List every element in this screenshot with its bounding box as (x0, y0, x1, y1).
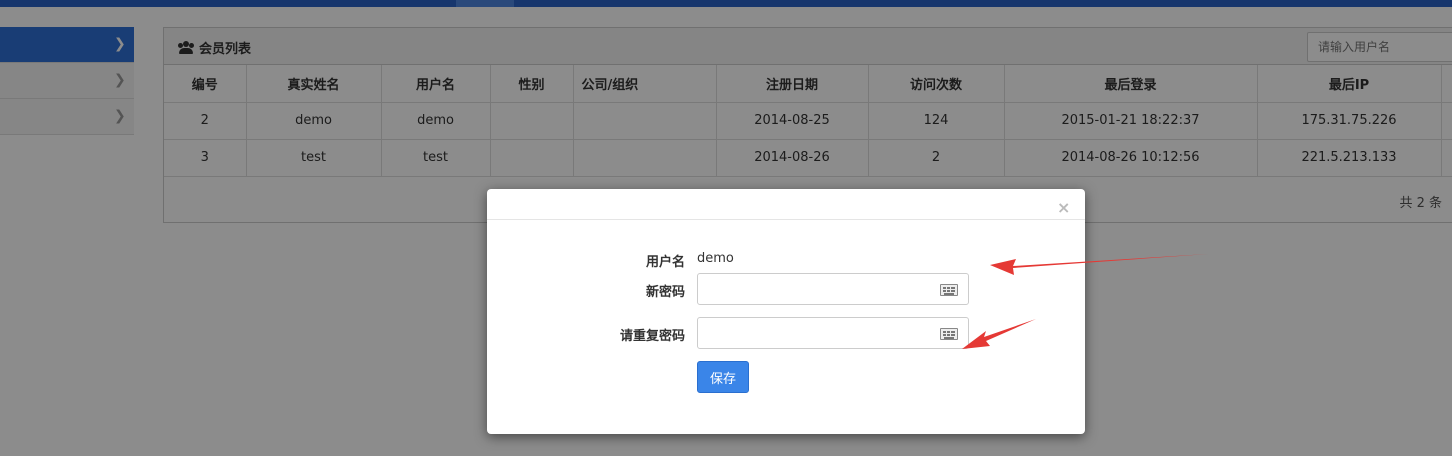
change-password-dialog: × 用户名 demo 新密码 请重复密码 保存 (487, 189, 1085, 434)
repeat-password-field[interactable] (697, 317, 969, 349)
new-password-row: 新密码 (487, 273, 1085, 305)
repeat-password-label: 请重复密码 (619, 329, 685, 344)
keyboard-icon[interactable] (940, 328, 958, 340)
new-password-field[interactable] (697, 273, 969, 305)
username-label: 用户名 (645, 255, 685, 270)
keyboard-icon[interactable] (940, 284, 958, 296)
save-button[interactable]: 保存 (697, 361, 749, 393)
close-icon[interactable]: × (1057, 200, 1070, 216)
dialog-header: × (487, 189, 1085, 220)
username-row: 用户名 demo (487, 243, 1085, 275)
repeat-password-row: 请重复密码 (487, 317, 1085, 349)
username-value: demo (697, 251, 734, 266)
new-password-label: 新密码 (645, 285, 685, 300)
